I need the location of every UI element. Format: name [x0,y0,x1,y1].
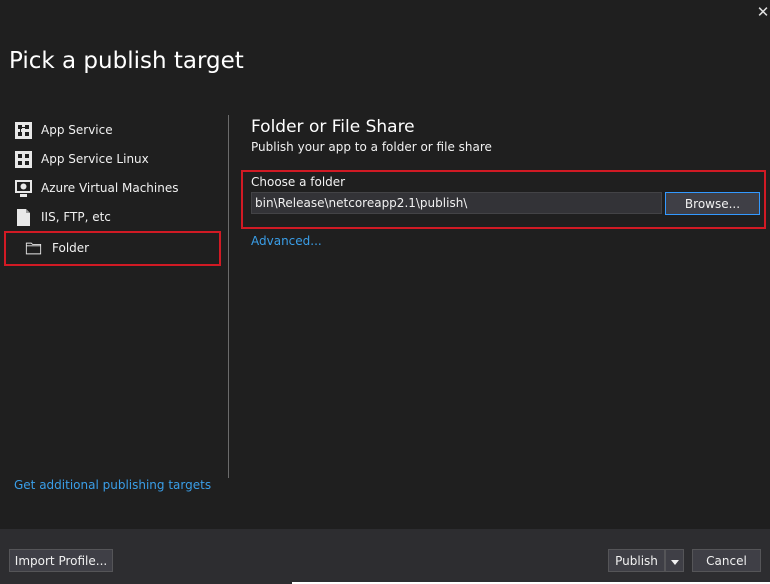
close-button[interactable]: ✕ [756,3,770,21]
folder-icon [25,242,42,255]
chevron-down-icon [670,559,679,565]
advanced-link[interactable]: Advanced... [251,234,322,248]
sidebar-item-label: Folder [52,241,90,255]
publish-button[interactable]: Publish [608,549,665,572]
sidebar-item-azure-virtual-machines[interactable]: Azure Virtual Machines [14,177,179,199]
sidebar-item-label: App Service Linux [41,152,149,166]
sidebar-item-folder[interactable]: Folder [4,231,221,266]
app-service-linux-icon [15,150,32,168]
sidebar-divider [228,115,229,478]
document-icon [17,208,30,226]
sidebar-item-iis-ftp[interactable]: IIS, FTP, etc [14,206,111,228]
sidebar-item-label: IIS, FTP, etc [41,210,111,224]
sidebar-item-app-service[interactable]: App Service [14,119,113,141]
close-icon: ✕ [756,3,770,21]
import-profile-button[interactable]: Import Profile... [9,549,113,572]
browse-button[interactable]: Browse... [665,192,760,215]
app-service-icon [15,121,32,139]
cancel-button[interactable]: Cancel [692,549,761,572]
folder-label: Choose a folder [251,175,346,189]
sidebar-item-label: App Service [41,123,113,137]
sidebar-item-app-service-linux[interactable]: App Service Linux [14,148,149,170]
sidebar-item-label: Azure Virtual Machines [41,181,179,195]
dialog-title: Pick a publish target [9,48,244,74]
panel-subtitle: Publish your app to a folder or file sha… [251,140,492,154]
virtual-machine-icon [15,179,32,197]
panel-title: Folder or File Share [251,117,415,137]
folder-path-input[interactable] [251,192,662,214]
publish-dropdown-button[interactable] [665,549,684,572]
more-targets-link[interactable]: Get additional publishing targets [14,478,211,492]
